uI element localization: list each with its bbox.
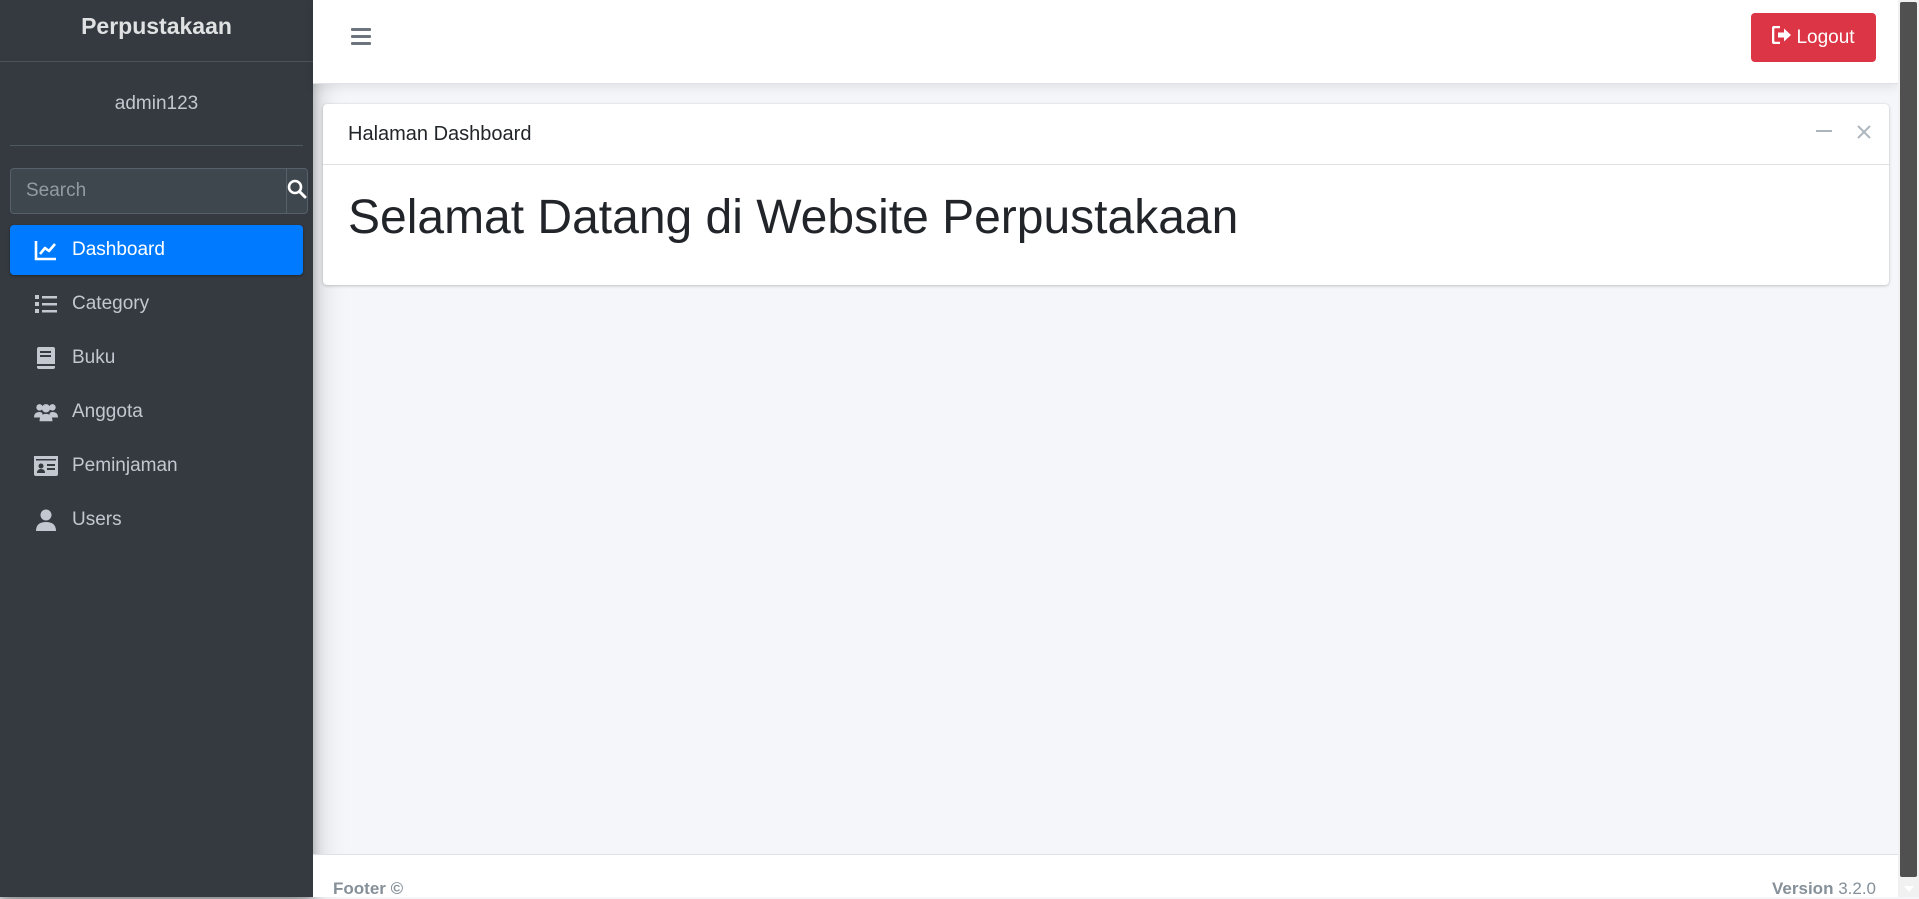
book-icon — [34, 346, 58, 370]
sidebar-nav: Dashboard Category Buku Anggota Peminjam… — [10, 225, 303, 549]
user-name[interactable]: admin123 — [115, 93, 198, 115]
search-icon — [287, 179, 307, 204]
sidebar-search — [10, 168, 308, 214]
search-button[interactable] — [286, 168, 308, 214]
sidebar-item-label: Anggota — [72, 401, 143, 422]
collapse-button[interactable] — [1813, 122, 1835, 144]
sidebar-item-label: Category — [72, 293, 150, 314]
footer: Footer © Version 3.2.0 — [313, 854, 1898, 899]
logout-label: Logout — [1796, 26, 1855, 48]
sidebar-item-label: Peminjaman — [72, 455, 178, 476]
card-body: Selamat Datang di Website Perpustakaan — [323, 165, 1889, 272]
logout-button[interactable]: Logout — [1751, 13, 1876, 62]
chart-line-icon — [34, 238, 58, 262]
sidebar-item-buku[interactable]: Buku — [10, 333, 303, 383]
footer-text: Footer © — [333, 879, 404, 898]
version-label: Version — [1772, 879, 1834, 898]
card-title: Halaman Dashboard — [348, 122, 532, 145]
sidebar-item-label: Dashboard — [72, 239, 165, 260]
scrollbar-thumb[interactable] — [1900, 2, 1917, 877]
brand-link[interactable]: Perpustakaan — [0, 0, 313, 62]
dashboard-card: Halaman Dashboard Selamat Datang di Webs… — [323, 104, 1889, 285]
close-icon — [1857, 122, 1871, 145]
welcome-heading: Selamat Datang di Website Perpustakaan — [348, 191, 1239, 244]
user-icon — [34, 508, 58, 532]
top-navbar: Logout — [313, 0, 1898, 84]
sidebar-item-peminjaman[interactable]: Peminjaman — [10, 441, 303, 491]
sidebar-item-dashboard[interactable]: Dashboard — [10, 225, 303, 275]
sidebar: Perpustakaan admin123 Dashboard Category — [0, 0, 313, 897]
sign-out-icon — [1772, 25, 1796, 50]
footer-version: Version 3.2.0 — [1772, 879, 1876, 899]
scroll-down-arrow-icon[interactable] — [1898, 880, 1919, 897]
page-scrollbar[interactable] — [1898, 0, 1919, 897]
menu-toggle-icon[interactable] — [351, 28, 371, 48]
card-header: Halaman Dashboard — [323, 104, 1889, 165]
sidebar-item-category[interactable]: Category — [10, 279, 303, 329]
version-value: 3.2.0 — [1838, 879, 1876, 898]
remove-button[interactable] — [1853, 122, 1875, 144]
sidebar-item-users[interactable]: Users — [10, 495, 303, 545]
list-icon — [34, 292, 58, 316]
sidebar-item-label: Buku — [72, 347, 116, 368]
minus-icon — [1816, 122, 1832, 145]
sidebar-item-anggota[interactable]: Anggota — [10, 387, 303, 437]
card-tools — [1813, 122, 1875, 144]
id-card-icon — [34, 454, 58, 478]
brand-title: Perpustakaan — [81, 13, 232, 39]
search-input[interactable] — [10, 168, 286, 214]
user-panel: admin123 — [10, 62, 303, 146]
users-icon — [34, 400, 58, 424]
sidebar-item-label: Users — [72, 509, 122, 530]
